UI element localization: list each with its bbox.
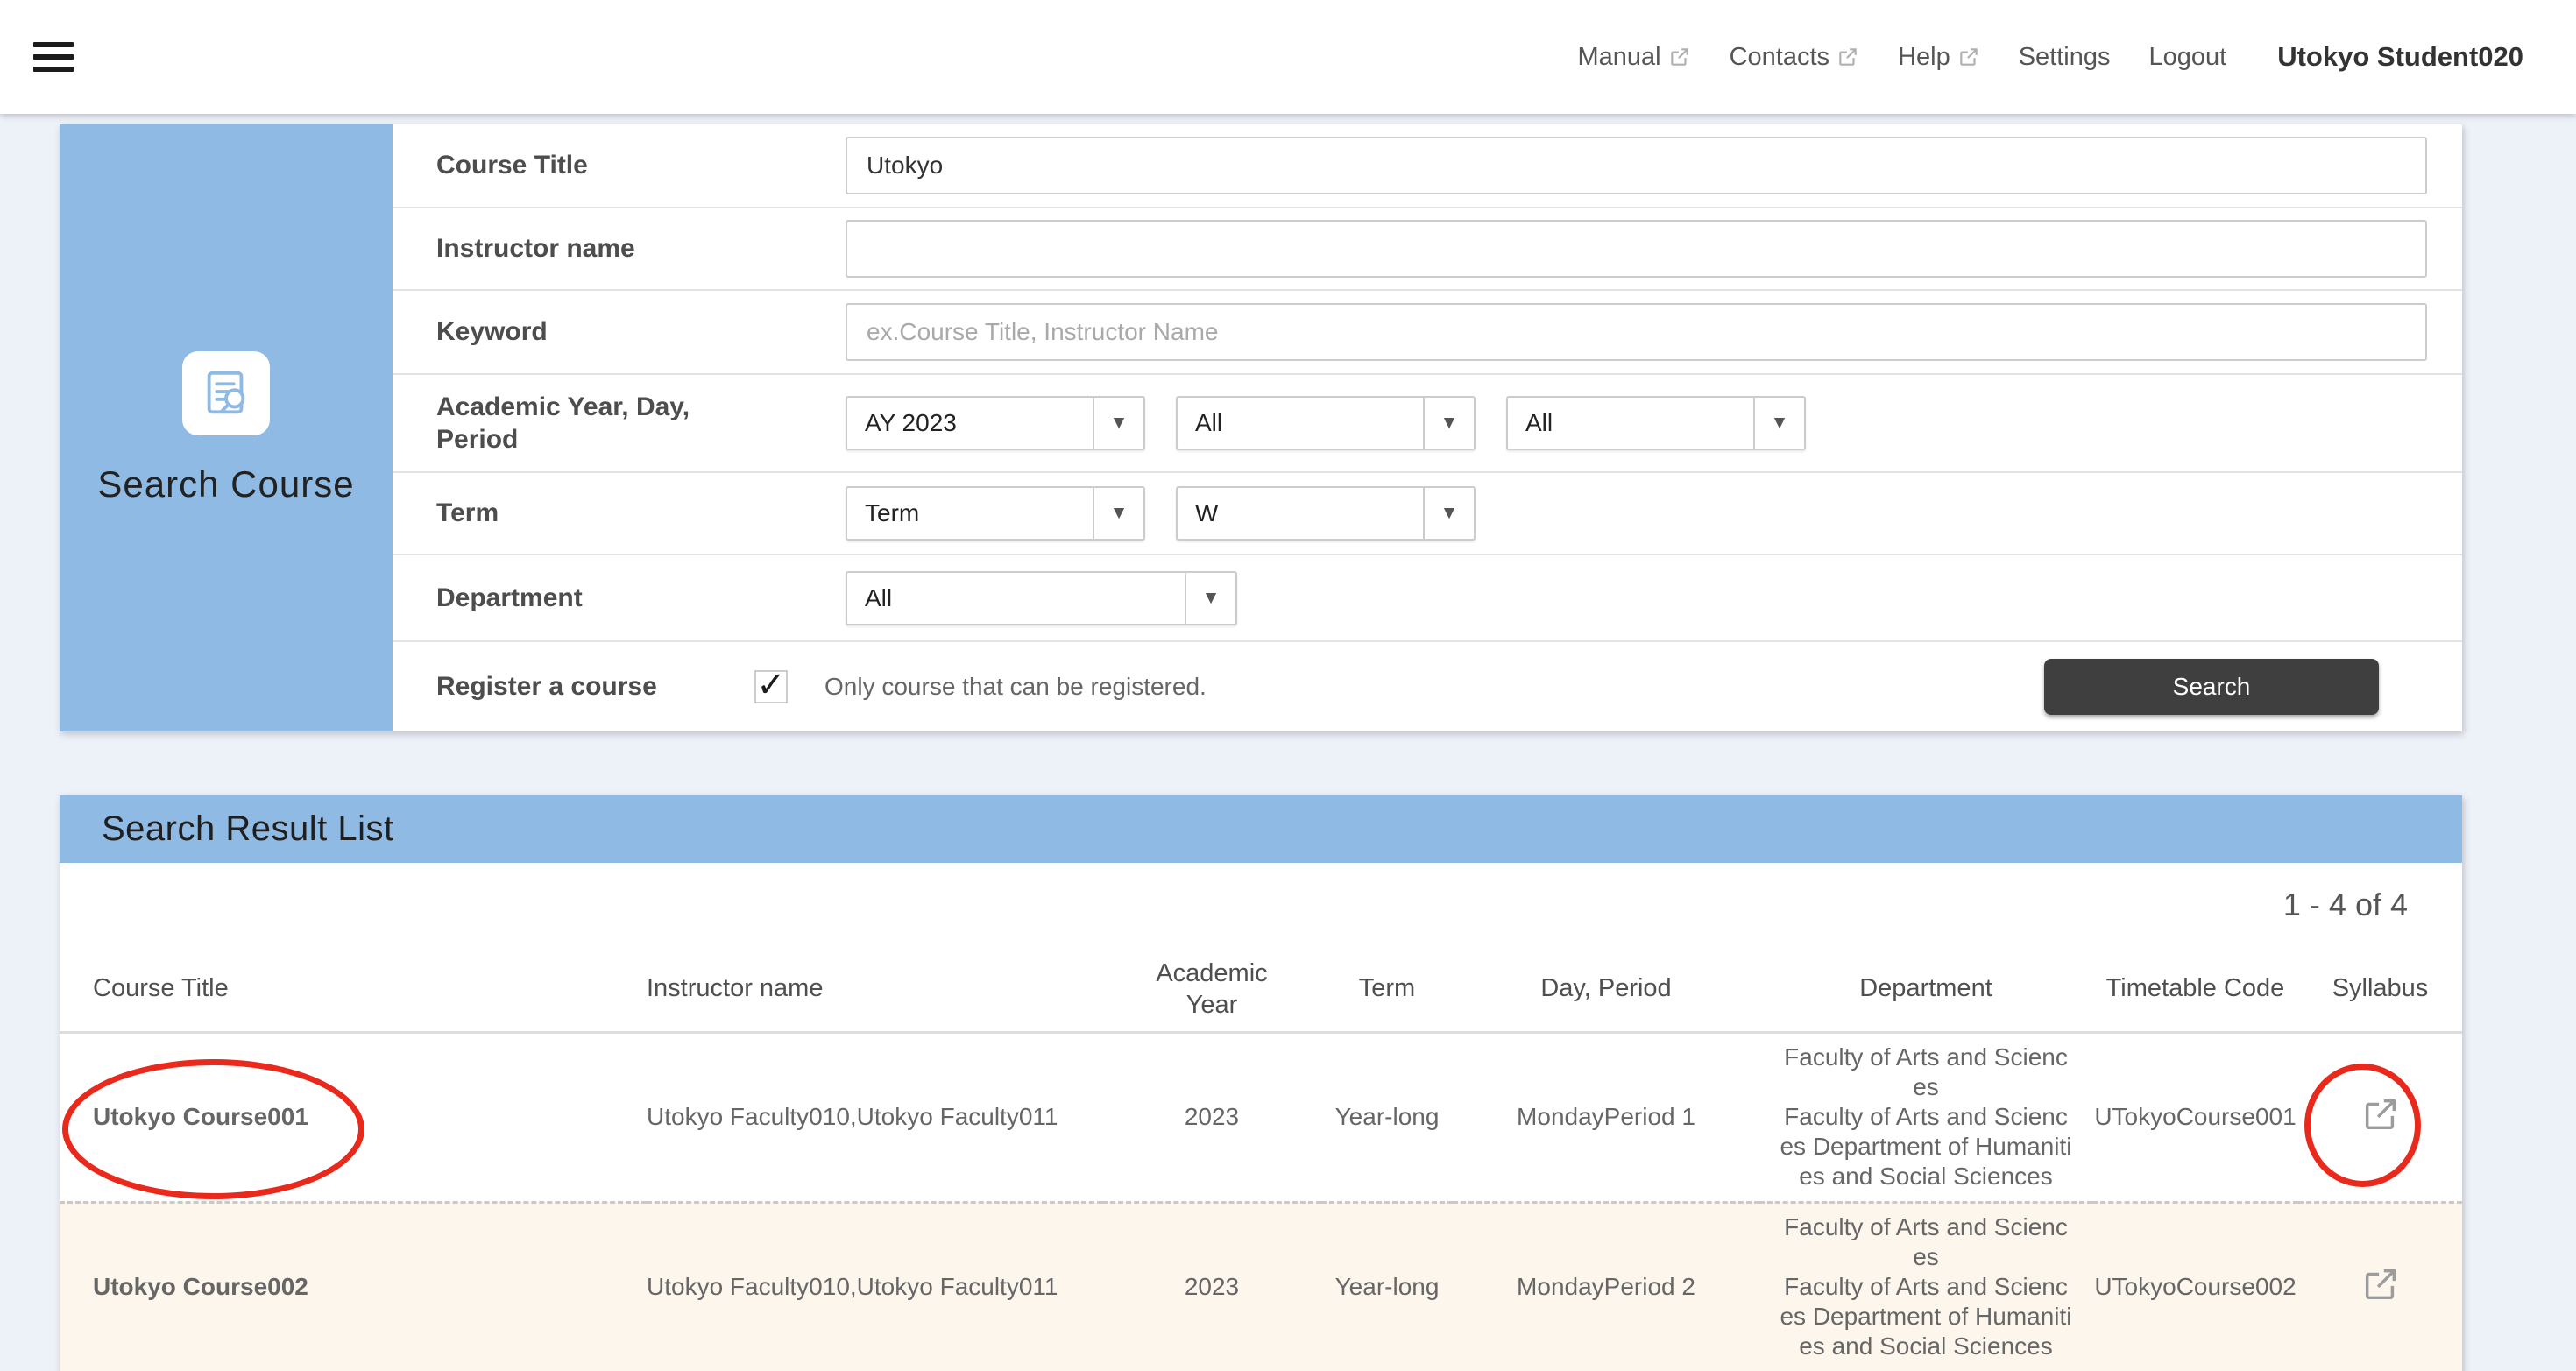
syllabus-cell (2298, 1032, 2462, 1202)
keyword-input[interactable] (846, 303, 2427, 361)
form-row-keyword: Keyword (393, 289, 2462, 373)
chevron-down-icon: ▼ (1423, 488, 1474, 539)
timetable-code-cell: UTokyoCourse001 (2092, 1032, 2298, 1202)
chevron-down-icon: ▼ (1185, 573, 1235, 624)
timetable-code-cell: UTokyoCourse002 (2092, 1202, 2298, 1371)
instructor-cell: Utokyo Faculty010,Utokyo Faculty011 (647, 1032, 1102, 1202)
instructor-name-input[interactable] (846, 220, 2427, 278)
day-select[interactable]: All ▼ (1176, 396, 1476, 450)
chevron-down-icon: ▼ (1093, 488, 1143, 539)
user-name: Utokyo Student020 (2277, 41, 2523, 73)
col-term: Term (1321, 947, 1453, 1032)
form-row-academic: Academic Year, Day, Period AY 2023 ▼ All… (393, 373, 2462, 471)
chevron-down-icon: ▼ (1423, 398, 1474, 449)
term-detail-select[interactable]: W ▼ (1176, 486, 1476, 541)
department-label: Department (436, 582, 734, 615)
nav-settings-label: Settings (2019, 43, 2111, 72)
department-select-value: All (847, 584, 1185, 612)
col-day-period: Day, Period (1453, 947, 1759, 1032)
col-syllabus: Syllabus (2298, 947, 2462, 1032)
app-header: Manual Contacts Help Settings Logout Uto… (0, 0, 2576, 114)
nav-logout-label: Logout (2149, 43, 2227, 72)
search-course-title: Search Course (97, 463, 354, 505)
search-course-card: Search Course Course Title Instructor na… (60, 124, 2462, 731)
academic-year-select-value: AY 2023 (847, 409, 1093, 437)
chevron-down-icon: ▼ (1093, 398, 1143, 449)
external-link-icon (1668, 46, 1691, 68)
form-row-instructor: Instructor name (393, 207, 2462, 289)
academic-label: Academic Year, Day, Period (436, 391, 734, 456)
keyword-label: Keyword (436, 315, 734, 349)
department-select[interactable]: All ▼ (846, 571, 1237, 625)
form-row-department: Department All ▼ (393, 554, 2462, 640)
nav-manual-label: Manual (1577, 43, 1660, 72)
course-title-link[interactable]: Utokyo Course002 (60, 1202, 647, 1371)
chevron-down-icon: ▼ (1753, 398, 1804, 449)
nav-logout[interactable]: Logout (2149, 43, 2227, 72)
register-course-checkbox-label: Only course that can be registered. (824, 673, 1207, 701)
form-row-course-title: Course Title (393, 124, 2462, 207)
col-course-title: Course Title (60, 947, 647, 1032)
results-table: Course Title Instructor name Academic Ye… (60, 947, 2462, 1371)
col-department: Department (1759, 947, 2092, 1032)
day-period-cell: MondayPeriod 2 (1453, 1202, 1759, 1371)
day-period-cell: MondayPeriod 1 (1453, 1032, 1759, 1202)
year-cell: 2023 (1102, 1032, 1321, 1202)
col-academic-year: Academic Year (1102, 947, 1321, 1032)
register-course-label: Register a course (436, 670, 734, 703)
nav-help[interactable]: Help (1898, 43, 1980, 72)
pagination-info: 1 - 4 of 4 (60, 863, 2462, 947)
results-header-row: Course Title Instructor name Academic Ye… (60, 947, 2462, 1032)
external-link-icon (1836, 46, 1859, 68)
term-cell: Year-long (1321, 1202, 1453, 1371)
academic-year-select[interactable]: AY 2023 ▼ (846, 396, 1145, 450)
syllabus-external-link-icon[interactable] (2360, 1264, 2401, 1304)
form-row-term: Term Term ▼ W ▼ (393, 471, 2462, 554)
course-title-label: Course Title (436, 149, 734, 182)
search-course-icon (182, 351, 270, 435)
period-select-value: All (1508, 409, 1753, 437)
search-result-card: Search Result List 1 - 4 of 4 Course Tit… (60, 795, 2462, 1371)
instructor-name-label: Instructor name (436, 232, 734, 265)
term-cell: Year-long (1321, 1032, 1453, 1202)
term-select[interactable]: Term ▼ (846, 486, 1145, 541)
course-title-link[interactable]: Utokyo Course001 (60, 1032, 647, 1202)
term-detail-select-value: W (1178, 499, 1423, 527)
nav-manual[interactable]: Manual (1577, 43, 1690, 72)
form-row-register: Register a course ✓ Only course that can… (393, 640, 2462, 731)
day-select-value: All (1178, 409, 1423, 437)
col-timetable-code: Timetable Code (2092, 947, 2298, 1032)
external-link-icon (1957, 46, 1980, 68)
hamburger-menu-icon[interactable] (33, 42, 74, 72)
nav-settings[interactable]: Settings (2019, 43, 2111, 72)
department-cell: Faculty of Arts and Scienc es Faculty of… (1759, 1032, 2092, 1202)
result-row-2: Utokyo Course002 Utokyo Faculty010,Utoky… (60, 1202, 2462, 1371)
search-course-side-panel: Search Course (60, 124, 393, 731)
nav-contacts-label: Contacts (1730, 43, 1829, 72)
search-form: Course Title Instructor name Keyword Aca… (393, 124, 2462, 731)
top-nav: Manual Contacts Help Settings Logout Uto… (1577, 41, 2523, 73)
syllabus-external-link-icon[interactable] (2360, 1094, 2401, 1134)
instructor-cell: Utokyo Faculty010,Utokyo Faculty011 (647, 1202, 1102, 1371)
register-course-checkbox[interactable]: ✓ (754, 670, 788, 703)
term-label: Term (436, 497, 734, 530)
search-result-list-title: Search Result List (60, 795, 2462, 863)
term-select-value: Term (847, 499, 1093, 527)
search-button[interactable]: Search (2044, 659, 2379, 715)
year-cell: 2023 (1102, 1202, 1321, 1371)
result-row-1: Utokyo Course001 Utokyo Faculty010,Utoky… (60, 1032, 2462, 1202)
period-select[interactable]: All ▼ (1506, 396, 1806, 450)
department-cell: Faculty of Arts and Scienc es Faculty of… (1759, 1202, 2092, 1371)
course-title-input[interactable] (846, 137, 2427, 194)
checkmark-icon: ✓ (756, 668, 786, 703)
nav-contacts[interactable]: Contacts (1730, 43, 1859, 72)
nav-help-label: Help (1898, 43, 1950, 72)
col-instructor-name: Instructor name (647, 947, 1102, 1032)
syllabus-cell (2298, 1202, 2462, 1371)
